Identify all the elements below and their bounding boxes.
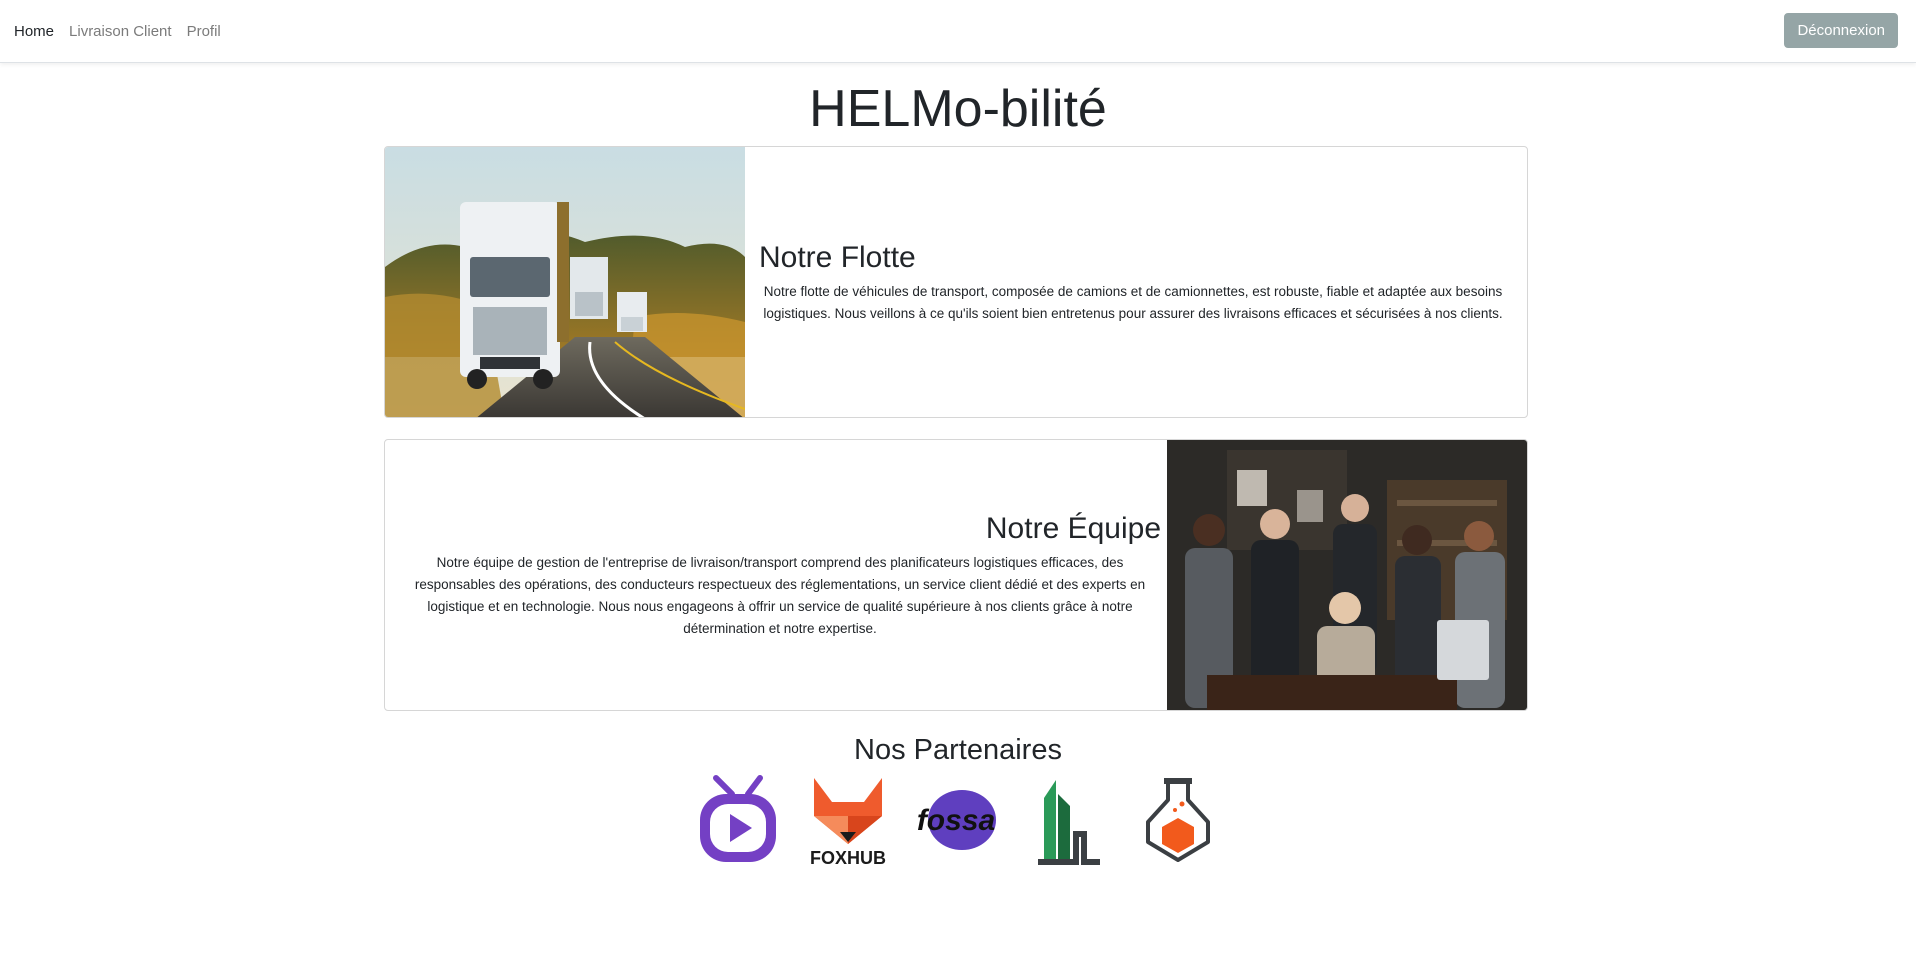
tv-play-logo-icon [690, 772, 786, 868]
fleet-description: Notre flotte de véhicules de transport, … [763, 284, 1503, 321]
team-description: Notre équipe de gestion de l'entreprise … [414, 555, 1146, 636]
nav-link-home[interactable]: Home [14, 23, 54, 40]
fossa-logo-icon: fossa [910, 772, 1006, 868]
flask-logo-icon [1130, 772, 1226, 868]
team-card: Notre Équipe Notre équipe de gestion de … [384, 439, 1528, 711]
nav-links: Home Livraison Client Profil [14, 23, 221, 40]
svg-text:fossa: fossa [917, 804, 995, 837]
svg-text:FOXHUB: FOXHUB [810, 848, 886, 868]
foxhub-logo-icon: FOXHUB [800, 772, 896, 868]
team-photo-image [1167, 440, 1527, 710]
partners-logos: FOXHUB fossa [690, 772, 1226, 868]
fleet-card-body: Notre Flotte Notre flotte de véhicules d… [745, 147, 1527, 417]
team-card-body: Notre Équipe Notre équipe de gestion de … [385, 440, 1169, 710]
nav-link-profil[interactable]: Profil [187, 23, 221, 40]
team-title: Notre Équipe [985, 512, 1161, 545]
page-title: HELMo-bilité [809, 80, 1107, 138]
green-building-logo-icon [1020, 772, 1116, 868]
fleet-title: Notre Flotte [759, 241, 916, 274]
fleet-truck-image [385, 147, 745, 417]
nav-link-livraison-client[interactable]: Livraison Client [69, 23, 172, 40]
fleet-card: Notre Flotte Notre flotte de véhicules d… [384, 146, 1528, 418]
top-navbar: Home Livraison Client Profil Déconnexion [0, 0, 1916, 63]
logout-button[interactable]: Déconnexion [1784, 13, 1898, 48]
partners-title: Nos Partenaires [854, 734, 1062, 766]
